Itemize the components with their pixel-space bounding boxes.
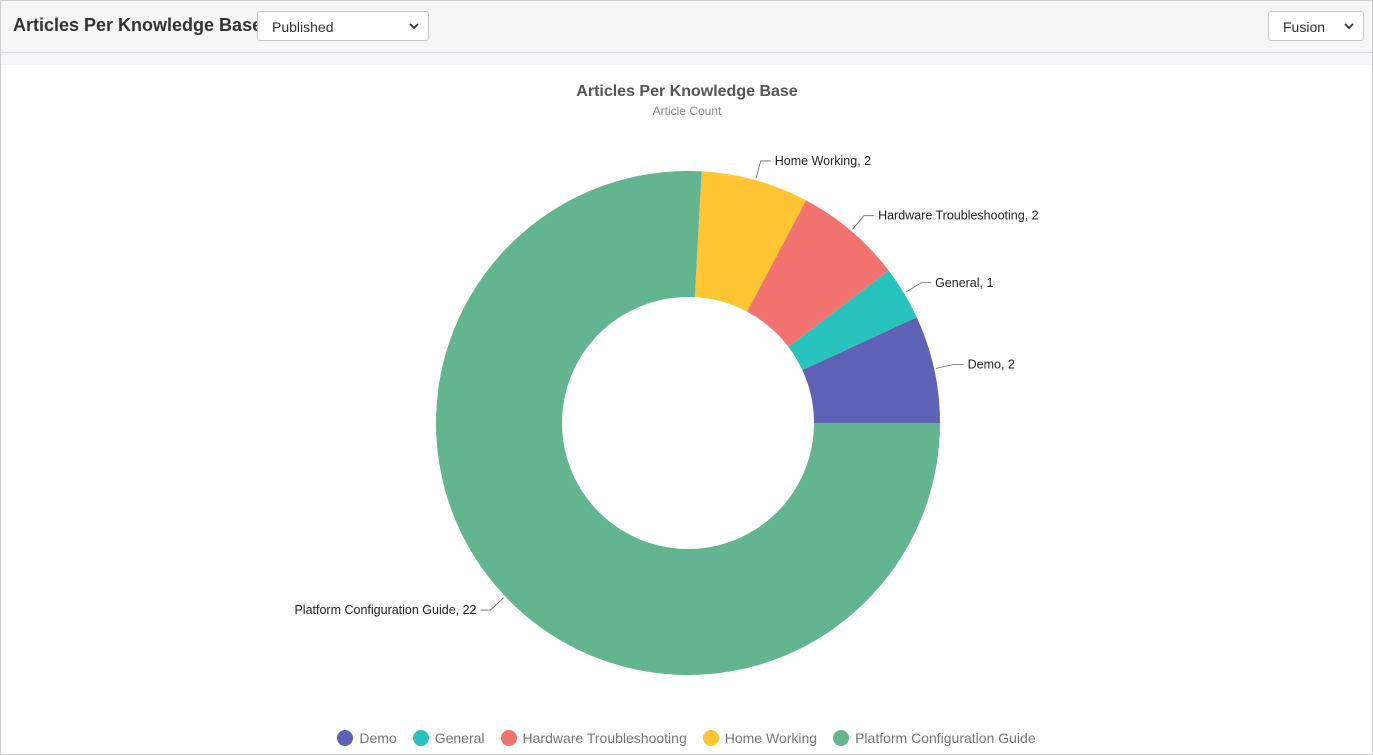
label-connector	[935, 364, 964, 369]
legend-marker	[412, 730, 429, 746]
legend-label: General	[434, 730, 485, 746]
data-label: Platform Configuration Guide, 22	[294, 603, 476, 617]
legend-label: Platform Configuration Guide	[855, 730, 1036, 746]
label-connector	[480, 597, 504, 611]
engine-select-value: Fusion	[1283, 19, 1326, 35]
legend-item[interactable]: Home Working	[702, 730, 818, 746]
panel-header: Articles Per Knowledge Base Published Fu…	[1, 1, 1372, 53]
legend-item[interactable]: Hardware Troubleshooting	[500, 730, 687, 746]
legend-item[interactable]: Platform Configuration Guide	[833, 730, 1036, 746]
data-label: Home Working, 2	[775, 154, 871, 168]
data-label: Demo, 2	[968, 358, 1015, 372]
panel-divider	[1, 53, 1372, 65]
legend-marker	[500, 730, 517, 746]
chart-subtitle: Article Count	[653, 104, 722, 118]
data-label: General, 1	[935, 276, 993, 290]
chart-panel: Articles Per Knowledge Base Published Fu…	[0, 0, 1373, 755]
chart-engine-select[interactable]: Fusion	[1268, 11, 1364, 41]
chart-legend: Demo General Hardware Troubleshooting Home …	[1, 728, 1372, 748]
status-select[interactable]: Published	[257, 11, 429, 41]
legend-label: Demo	[359, 730, 397, 746]
donut-chart: Articles Per Knowledge Base Article Coun…	[294, 83, 1039, 676]
chevron-down-icon	[409, 23, 419, 30]
data-label: Hardware Troubleshooting, 2	[878, 209, 1039, 223]
status-select-value: Published	[272, 19, 334, 35]
chevron-down-icon	[1344, 23, 1354, 30]
legend-item[interactable]: General	[412, 730, 485, 746]
legend-marker	[337, 730, 354, 746]
label-connector	[905, 282, 932, 293]
legend-label: Home Working	[724, 730, 818, 746]
legend-marker	[833, 730, 850, 746]
legend-marker	[702, 730, 719, 746]
label-connector	[852, 215, 875, 230]
legend-label: Hardware Troubleshooting	[522, 730, 687, 746]
legend-item[interactable]: Demo	[337, 730, 397, 746]
label-connector	[755, 160, 771, 179]
panel-title: Articles Per Knowledge Base	[13, 15, 263, 35]
chart-title: Articles Per Knowledge Base	[576, 83, 798, 100]
